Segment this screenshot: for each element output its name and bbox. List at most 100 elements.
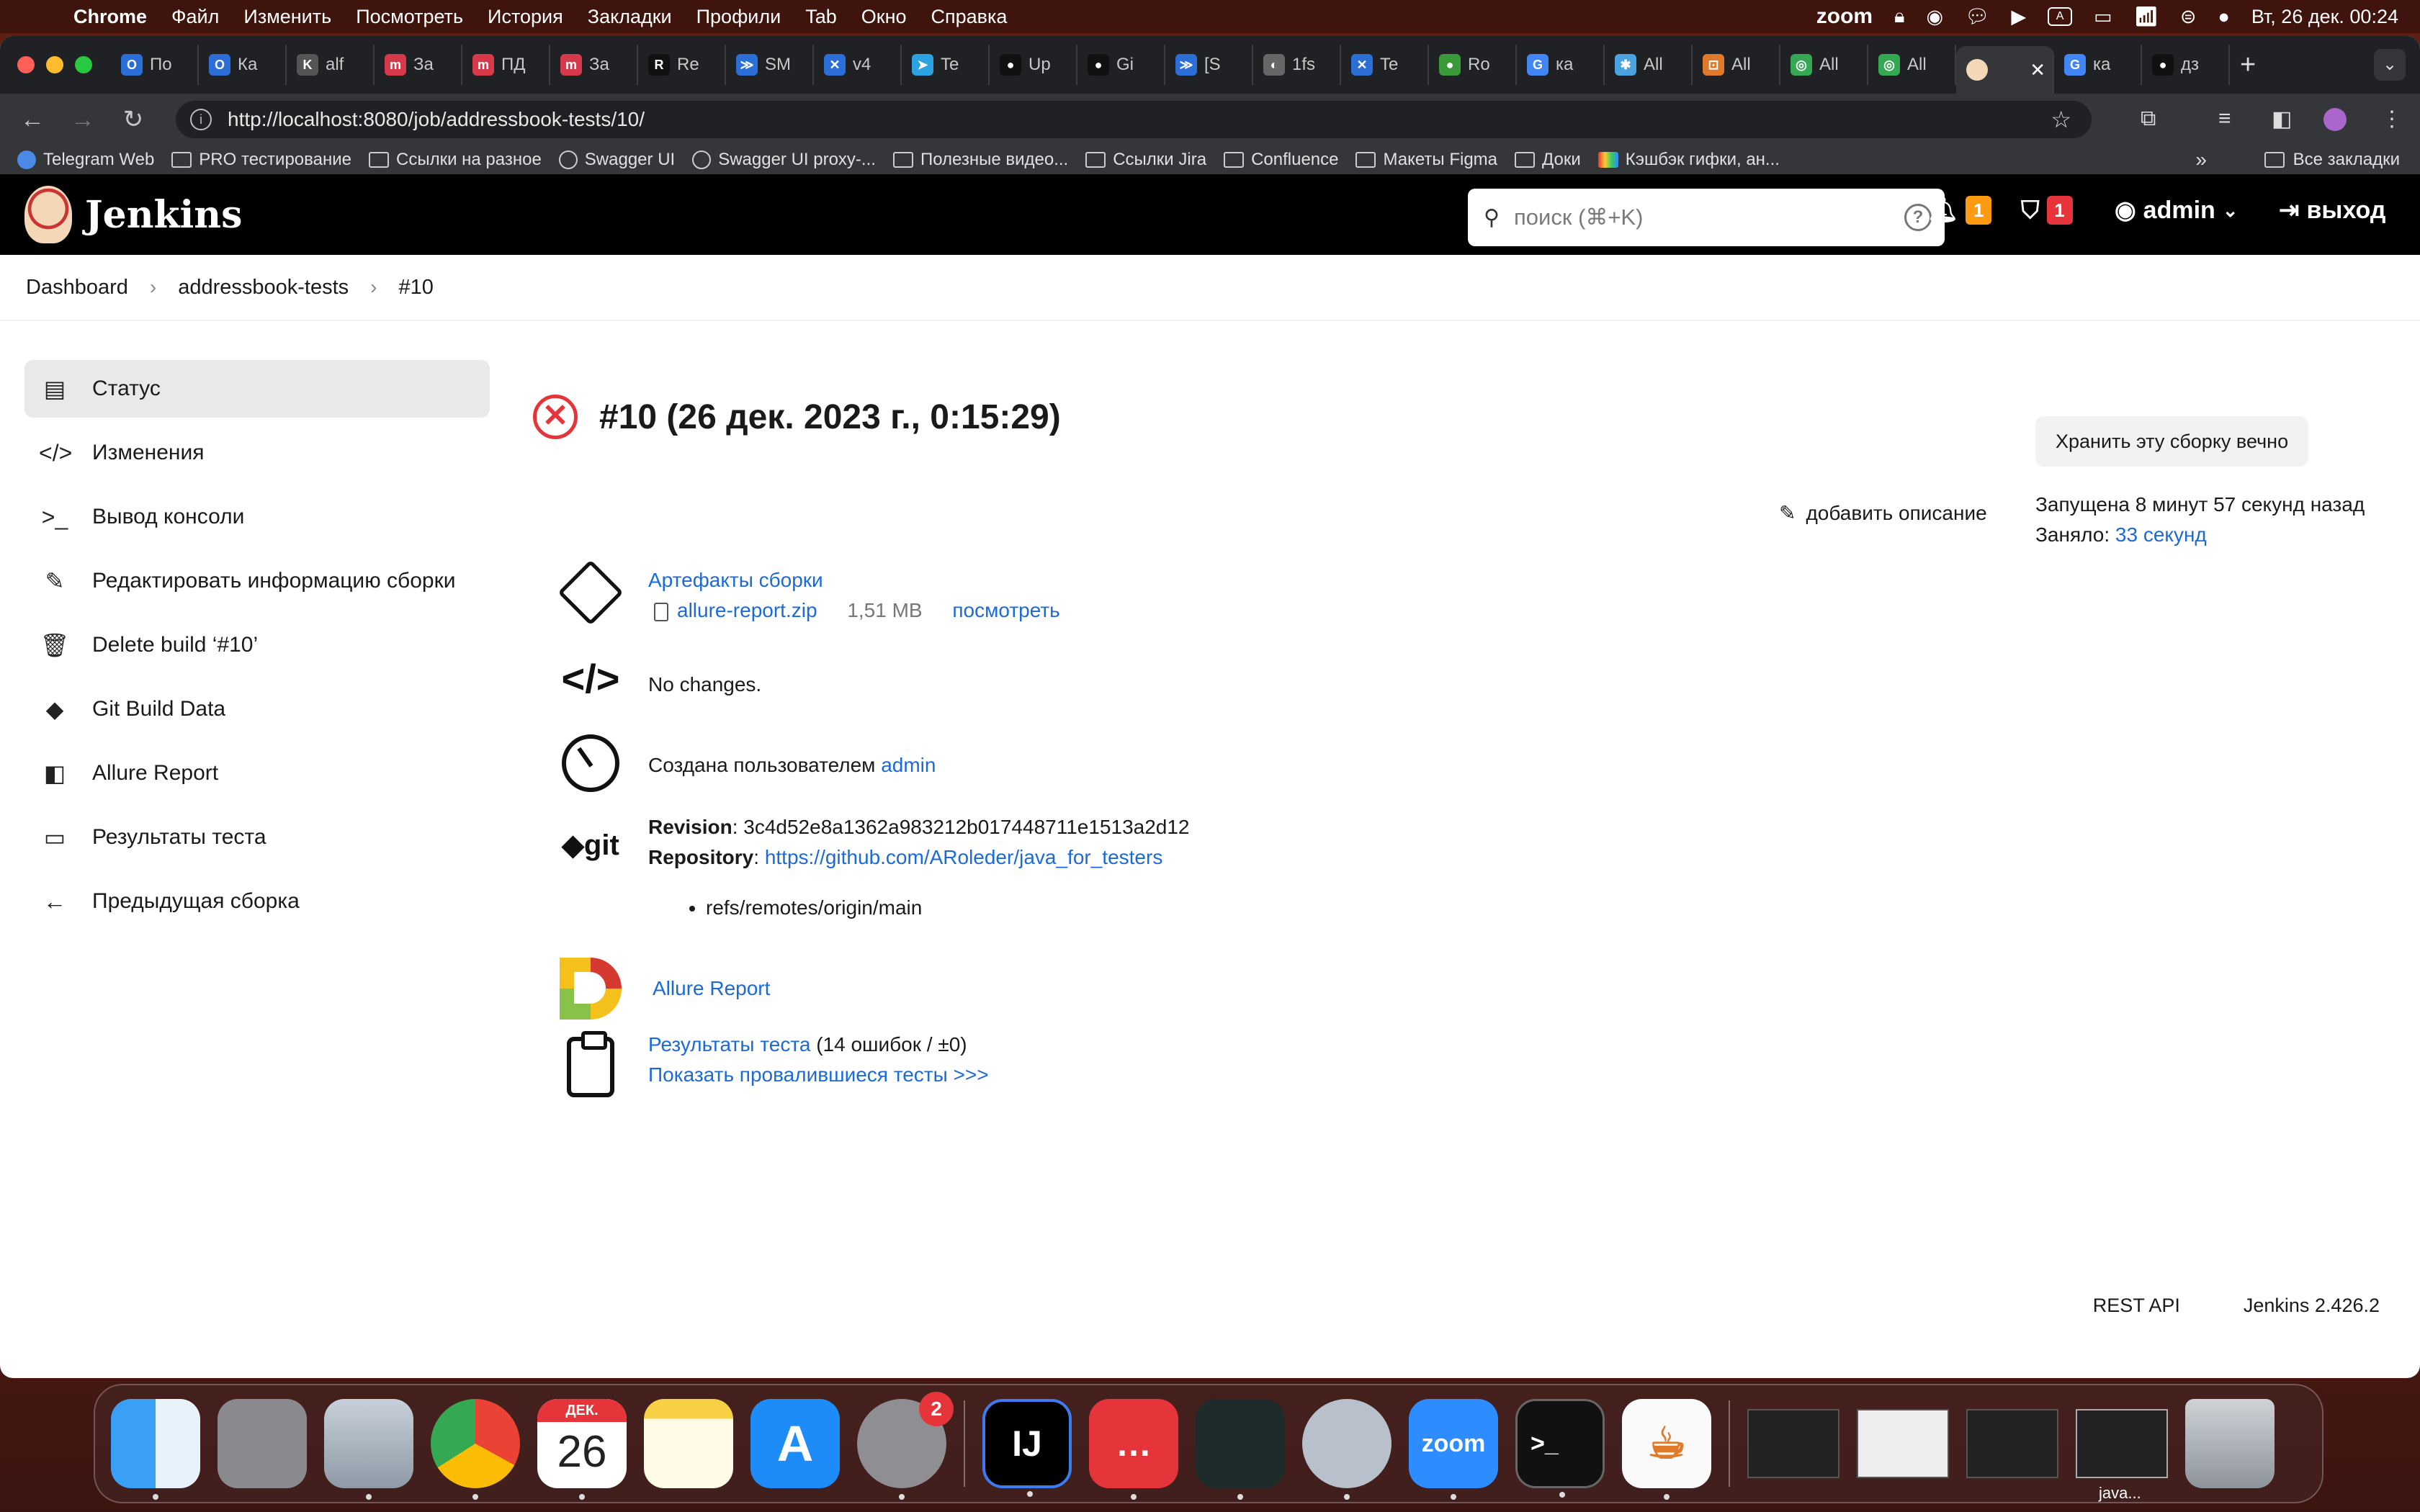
bookmark-star-icon[interactable]: ☆ [2051, 106, 2071, 133]
tab-15[interactable]: ● Ro [1429, 45, 1517, 85]
notifications-button[interactable]: 🔔︎ 1 [1927, 196, 1992, 225]
new-tab-button[interactable]: + [2240, 50, 2256, 81]
back-button[interactable]: ← [7, 106, 58, 134]
menu-profiles[interactable]: Профили [696, 6, 781, 28]
jenkins-title[interactable]: Jenkins [85, 193, 242, 237]
logout-button[interactable]: ⇥ выход [2279, 196, 2385, 225]
menu-edit[interactable]: Изменить [243, 6, 331, 28]
bookmark-7[interactable]: Confluence [1224, 150, 1338, 170]
artifact-view-link[interactable]: посмотреть [952, 599, 1059, 621]
site-info-icon[interactable]: i [190, 109, 212, 130]
db-app-icon[interactable] [324, 1399, 413, 1500]
allure-report-link[interactable]: Allure Report [653, 977, 770, 999]
wifi-icon[interactable]: 📶︎ [2134, 5, 2159, 28]
menu-window[interactable]: Окно [861, 6, 907, 28]
battery-icon[interactable]: ▭ [2094, 6, 2112, 28]
sidebar-item-4[interactable]: 🗑 Delete build ‘#10’ [24, 616, 490, 674]
breadcrumb-build[interactable]: #10 [399, 276, 434, 300]
chrome-menu-icon[interactable]: ⋮ [2381, 107, 2403, 132]
play-icon[interactable]: ▶ [2011, 6, 2026, 28]
all-bookmarks-button[interactable]: Все закладки [2264, 150, 2400, 170]
menu-file[interactable]: Файл [171, 6, 219, 28]
java-icon[interactable]: ☕︎ [1622, 1399, 1711, 1500]
close-tab-icon[interactable]: ✕ [2030, 59, 2045, 81]
bookmark-4[interactable]: Swagger UI proxy-... [692, 150, 876, 170]
close-window-button[interactable] [17, 56, 35, 73]
menu-app-name[interactable]: Chrome [73, 6, 147, 28]
sidebar-item-7[interactable]: ▭ Результаты теста [24, 809, 490, 866]
notes-icon[interactable] [644, 1399, 733, 1488]
system-settings-icon[interactable]: 2 [857, 1392, 954, 1500]
jenkins-logo-icon[interactable] [24, 186, 72, 243]
media-controls-icon[interactable]: ≡ [2218, 107, 2231, 131]
bookmark-2[interactable]: Ссылки на разное [368, 150, 542, 170]
rocketchat-icon[interactable]: … [1089, 1399, 1178, 1500]
bookmark-6[interactable]: Ссылки Jira [1085, 150, 1206, 170]
keep-build-forever-button[interactable]: Хранить эту сборку вечно [2035, 416, 2309, 467]
bookmark-5[interactable]: Полезные видео... [892, 150, 1068, 170]
address-bar[interactable]: i http://localhost:8080/job/addressbook-… [176, 101, 2092, 138]
window-thumbnail[interactable] [1857, 1409, 1949, 1478]
calendar-icon[interactable]: ДЕК. 26 [537, 1399, 627, 1500]
app-store-icon[interactable]: A [750, 1399, 840, 1488]
tab-19[interactable]: ◎ All [1780, 45, 1868, 85]
bookmark-8[interactable]: Макеты Figma [1355, 150, 1497, 170]
menu-tab[interactable]: Tab [805, 6, 837, 28]
bookmark-0[interactable]: Telegram Web [17, 150, 154, 170]
tab-13[interactable]: ◐ 1fs [1253, 45, 1341, 85]
breadcrumb-job[interactable]: addressbook-tests [178, 276, 349, 300]
add-description-button[interactable]: ✎ добавить описание [1779, 501, 1987, 525]
more-bookmarks-icon[interactable]: » [2195, 148, 2207, 171]
zoom-app-icon[interactable]: zoom [1409, 1399, 1498, 1500]
vpn-icon[interactable]: ◉ [1926, 6, 1943, 28]
bookmark-1[interactable]: PRO тестирование [171, 150, 351, 170]
tab-10[interactable]: ● Up [990, 45, 1077, 85]
test-results-link[interactable]: Результаты теста [648, 1033, 810, 1056]
bookmark-10[interactable]: Кэшбэк гифки, ан... [1597, 150, 1780, 170]
zoom-status-label[interactable]: zoom [1816, 4, 1873, 29]
bookmark-9[interactable]: Доки [1515, 150, 1581, 170]
tab-20[interactable]: ◎ All [1868, 45, 1956, 85]
tab-after-1[interactable]: ● дз [2142, 45, 2230, 85]
profile-avatar[interactable] [2323, 108, 2347, 131]
forward-button[interactable]: → [58, 106, 108, 134]
clock[interactable]: Вт, 26 дек. 00:24 [2251, 6, 2398, 28]
tab-11[interactable]: ● Gi [1077, 45, 1165, 85]
trash-icon[interactable] [2185, 1399, 2275, 1488]
user-menu-button[interactable]: ◉ admin ⌄ [2115, 196, 2238, 225]
side-panel-icon[interactable]: ◧ [2272, 107, 2292, 132]
tab-2[interactable]: Kalf [287, 45, 375, 85]
rest-api-link[interactable]: REST API [2093, 1295, 2180, 1317]
tab-7[interactable]: ≫ SM [726, 45, 814, 85]
chat-icon[interactable]: 💬︎ [1965, 5, 1989, 28]
gitkraken-icon[interactable] [1196, 1399, 1285, 1500]
tab-16[interactable]: Gка [1517, 45, 1605, 85]
reload-button[interactable]: ↻ [108, 105, 158, 134]
launchpad-icon[interactable] [218, 1399, 307, 1488]
menu-view[interactable]: Посмотреть [356, 6, 463, 28]
tab-after-0[interactable]: Gка [2054, 45, 2142, 85]
sidebar-item-8[interactable]: ← Предыдущая сборка [24, 873, 490, 930]
tab-3[interactable]: m За [375, 45, 462, 85]
tab-1[interactable]: O Ка [199, 45, 287, 85]
tab-0[interactable]: O По [111, 45, 199, 85]
terminal-icon[interactable]: >_ [1515, 1399, 1605, 1498]
address-url[interactable]: http://localhost:8080/job/addressbook-te… [228, 108, 645, 131]
artifacts-link[interactable]: Артефакты сборки [648, 569, 823, 591]
sidebar-item-6[interactable]: ◧ Allure Report [24, 744, 490, 802]
security-button[interactable]: ⛉ 1 [2021, 196, 2073, 225]
system-preferences-icon[interactable] [1302, 1399, 1392, 1500]
lock-icon[interactable]: 🔒︎ [1894, 5, 1904, 28]
siri-icon[interactable]: ● [2218, 6, 2230, 28]
minimize-window-button[interactable] [46, 56, 63, 73]
intellij-icon[interactable]: IJ [982, 1399, 1072, 1497]
tab-5[interactable]: m За [550, 45, 638, 85]
menu-bookmarks[interactable]: Закладки [588, 6, 672, 28]
sidebar-item-1[interactable]: </> Изменения [24, 424, 490, 482]
finder-icon[interactable] [111, 1399, 200, 1500]
control-center-icon[interactable]: ⊜ [2180, 6, 2197, 28]
jenkins-search-input[interactable] [1513, 204, 1860, 230]
tab-18[interactable]: ⊡ All [1693, 45, 1780, 85]
tab-4[interactable]: m ПД [462, 45, 550, 85]
window-thumbnail[interactable] [1747, 1409, 1839, 1478]
